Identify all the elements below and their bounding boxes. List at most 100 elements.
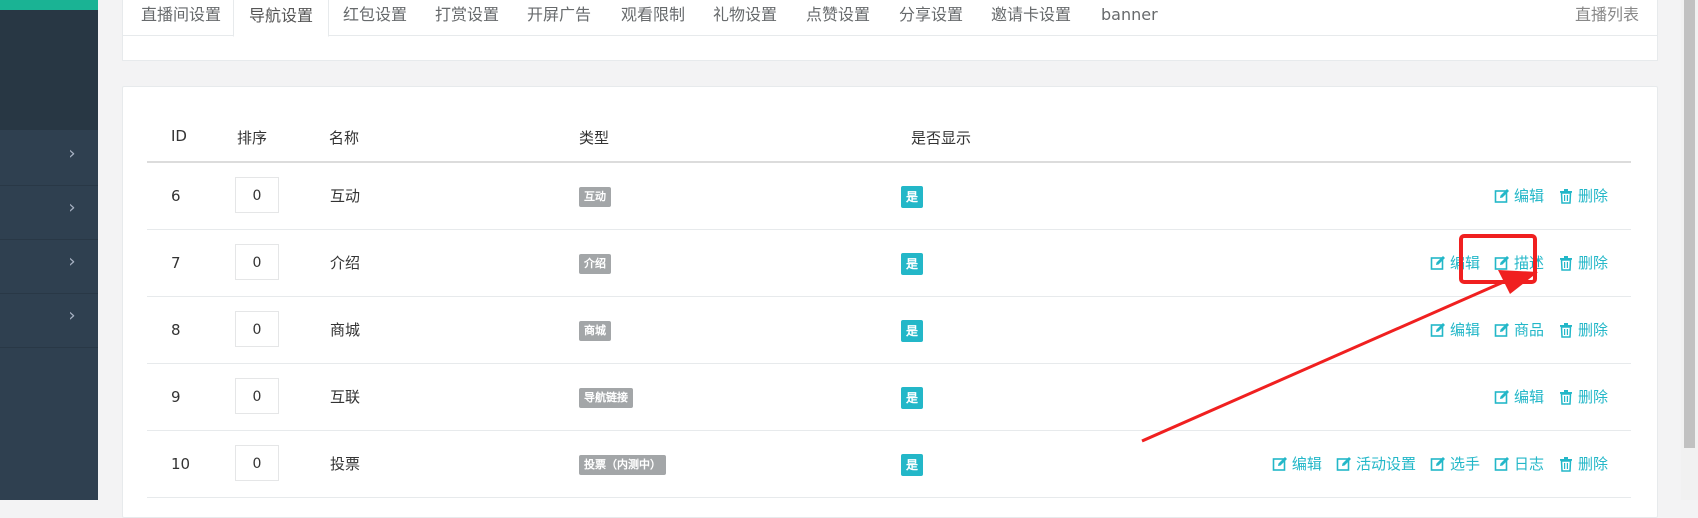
- sort-input[interactable]: 0: [235, 177, 279, 213]
- navigation-table-panel: ID 排序 名称 类型 是否显示 6 0 互动 互动 是 编辑 删除 7 0 介…: [122, 86, 1658, 518]
- column-header-id: ID: [171, 127, 187, 145]
- log-label: 日志: [1513, 455, 1544, 473]
- chevron-right-icon: ›: [68, 197, 76, 218]
- edit-icon: [1272, 457, 1287, 471]
- row-actions: 编辑 商品 删除: [1430, 297, 1608, 363]
- settings-tabs-panel: 直播间设置 导航设置 红包设置 打赏设置 开屏广告 观看限制 礼物设置 点赞设置…: [122, 0, 1658, 61]
- delete-label: 删除: [1577, 187, 1608, 205]
- row-id: 9: [171, 388, 181, 406]
- type-badge: 投票（内测中）: [579, 455, 666, 475]
- tab-splash-ad[interactable]: 开屏广告: [527, 0, 591, 35]
- row-id: 8: [171, 321, 181, 339]
- type-badge: 介绍: [579, 254, 611, 274]
- activity-settings-button[interactable]: 活动设置: [1336, 431, 1416, 497]
- trash-icon: [1559, 256, 1572, 271]
- sidebar: › › › ›: [0, 0, 98, 500]
- sort-input[interactable]: 0: [235, 445, 279, 481]
- products-label: 商品: [1513, 321, 1544, 339]
- sidebar-nav-item-1[interactable]: ›: [0, 131, 98, 186]
- edit-label: 编辑: [1291, 455, 1322, 473]
- sidebar-nav-item-4[interactable]: ›: [0, 293, 98, 348]
- tab-red-packet-settings[interactable]: 红包设置: [343, 0, 407, 35]
- tab-invite-card-settings[interactable]: 邀请卡设置: [991, 0, 1071, 35]
- chevron-right-icon: ›: [68, 251, 76, 272]
- log-button[interactable]: 日志: [1494, 431, 1544, 497]
- edit-button[interactable]: 编辑: [1430, 297, 1480, 363]
- column-header-sort: 排序: [237, 129, 268, 147]
- contestants-button[interactable]: 选手: [1430, 431, 1480, 497]
- delete-label: 删除: [1577, 455, 1608, 473]
- edit-button[interactable]: 编辑: [1494, 163, 1544, 229]
- trash-icon: [1559, 189, 1572, 204]
- table-row: 7 0 介绍 介绍 是 编辑 描述 删除: [147, 230, 1631, 297]
- table-row: 9 0 互联 导航链接 是 编辑 删除: [147, 364, 1631, 431]
- trash-icon: [1559, 323, 1572, 338]
- delete-button[interactable]: 删除: [1558, 364, 1608, 430]
- row-actions: 编辑 删除: [1494, 163, 1608, 229]
- type-badge: 导航链接: [579, 388, 633, 408]
- row-actions: 编辑 活动设置 选手 日志 删除: [1272, 431, 1608, 497]
- tab-share-settings[interactable]: 分享设置: [899, 0, 963, 35]
- delete-label: 删除: [1577, 388, 1608, 406]
- delete-button[interactable]: 删除: [1558, 163, 1608, 229]
- edit-button[interactable]: 编辑: [1494, 364, 1544, 430]
- status-badge: 是: [901, 186, 923, 208]
- chevron-right-icon: ›: [68, 143, 76, 164]
- edit-icon: [1494, 323, 1509, 337]
- delete-button[interactable]: 删除: [1558, 230, 1608, 296]
- delete-label: 删除: [1577, 321, 1608, 339]
- sort-input[interactable]: 0: [235, 378, 279, 414]
- column-header-show: 是否显示: [911, 129, 972, 147]
- live-list-link[interactable]: 直播列表: [1575, 0, 1639, 32]
- activity-settings-label: 活动设置: [1355, 455, 1416, 473]
- tab-like-settings[interactable]: 点赞设置: [806, 0, 870, 35]
- delete-button[interactable]: 删除: [1558, 297, 1608, 363]
- edit-icon: [1430, 323, 1445, 337]
- tab-gift-settings[interactable]: 礼物设置: [713, 0, 777, 35]
- table-row: 8 0 商城 商城 是 编辑 商品 删除: [147, 297, 1631, 364]
- table-row: 10 0 投票 投票（内测中） 是 编辑 活动设置 选手 日志 删除: [147, 431, 1631, 498]
- status-badge: 是: [901, 454, 923, 476]
- type-badge: 商城: [579, 321, 611, 341]
- sidebar-nav-item-3[interactable]: ›: [0, 239, 98, 294]
- edit-button[interactable]: 编辑: [1272, 431, 1322, 497]
- sidebar-logo-area: [0, 10, 98, 130]
- column-header-name: 名称: [329, 129, 360, 147]
- edit-label: 编辑: [1513, 388, 1544, 406]
- edit-label: 编辑: [1449, 321, 1480, 339]
- table-row: 6 0 互动 互动 是 编辑 删除: [147, 163, 1631, 230]
- edit-icon: [1494, 390, 1509, 404]
- status-badge: 是: [901, 320, 923, 342]
- row-name: 互动: [330, 187, 361, 205]
- edit-icon: [1494, 189, 1509, 203]
- scrollbar-thumb[interactable]: [1684, 0, 1695, 448]
- type-badge: 互动: [579, 187, 611, 207]
- products-button[interactable]: 商品: [1494, 297, 1544, 363]
- tab-tip-settings[interactable]: 打赏设置: [435, 0, 499, 35]
- trash-icon: [1559, 390, 1572, 405]
- annotation-highlight-box: [1459, 234, 1537, 284]
- scrollbar-track[interactable]: [1681, 0, 1698, 500]
- tab-live-room-settings[interactable]: 直播间设置: [141, 0, 221, 35]
- sort-input[interactable]: 0: [235, 244, 279, 280]
- sort-input[interactable]: 0: [235, 311, 279, 347]
- sidebar-accent-bar: [0, 0, 98, 10]
- row-id: 6: [171, 187, 181, 205]
- edit-icon: [1430, 256, 1445, 270]
- chevron-right-icon: ›: [68, 305, 76, 326]
- edit-label: 编辑: [1513, 187, 1544, 205]
- delete-button[interactable]: 删除: [1558, 431, 1608, 497]
- tab-viewing-restriction[interactable]: 观看限制: [621, 0, 685, 35]
- tab-banner[interactable]: banner: [1101, 0, 1158, 35]
- sidebar-nav-item-2[interactable]: ›: [0, 185, 98, 240]
- status-badge: 是: [901, 387, 923, 409]
- row-actions: 编辑 删除: [1494, 364, 1608, 430]
- row-name: 介绍: [330, 254, 361, 272]
- contestants-label: 选手: [1449, 455, 1480, 473]
- column-header-type: 类型: [579, 129, 610, 147]
- edit-icon: [1494, 457, 1509, 471]
- tab-navigation-settings[interactable]: 导航设置: [233, 0, 330, 37]
- row-name: 投票: [330, 455, 361, 473]
- tab-bar: 直播间设置 导航设置 红包设置 打赏设置 开屏广告 观看限制 礼物设置 点赞设置…: [123, 0, 1657, 37]
- edit-icon: [1336, 457, 1351, 471]
